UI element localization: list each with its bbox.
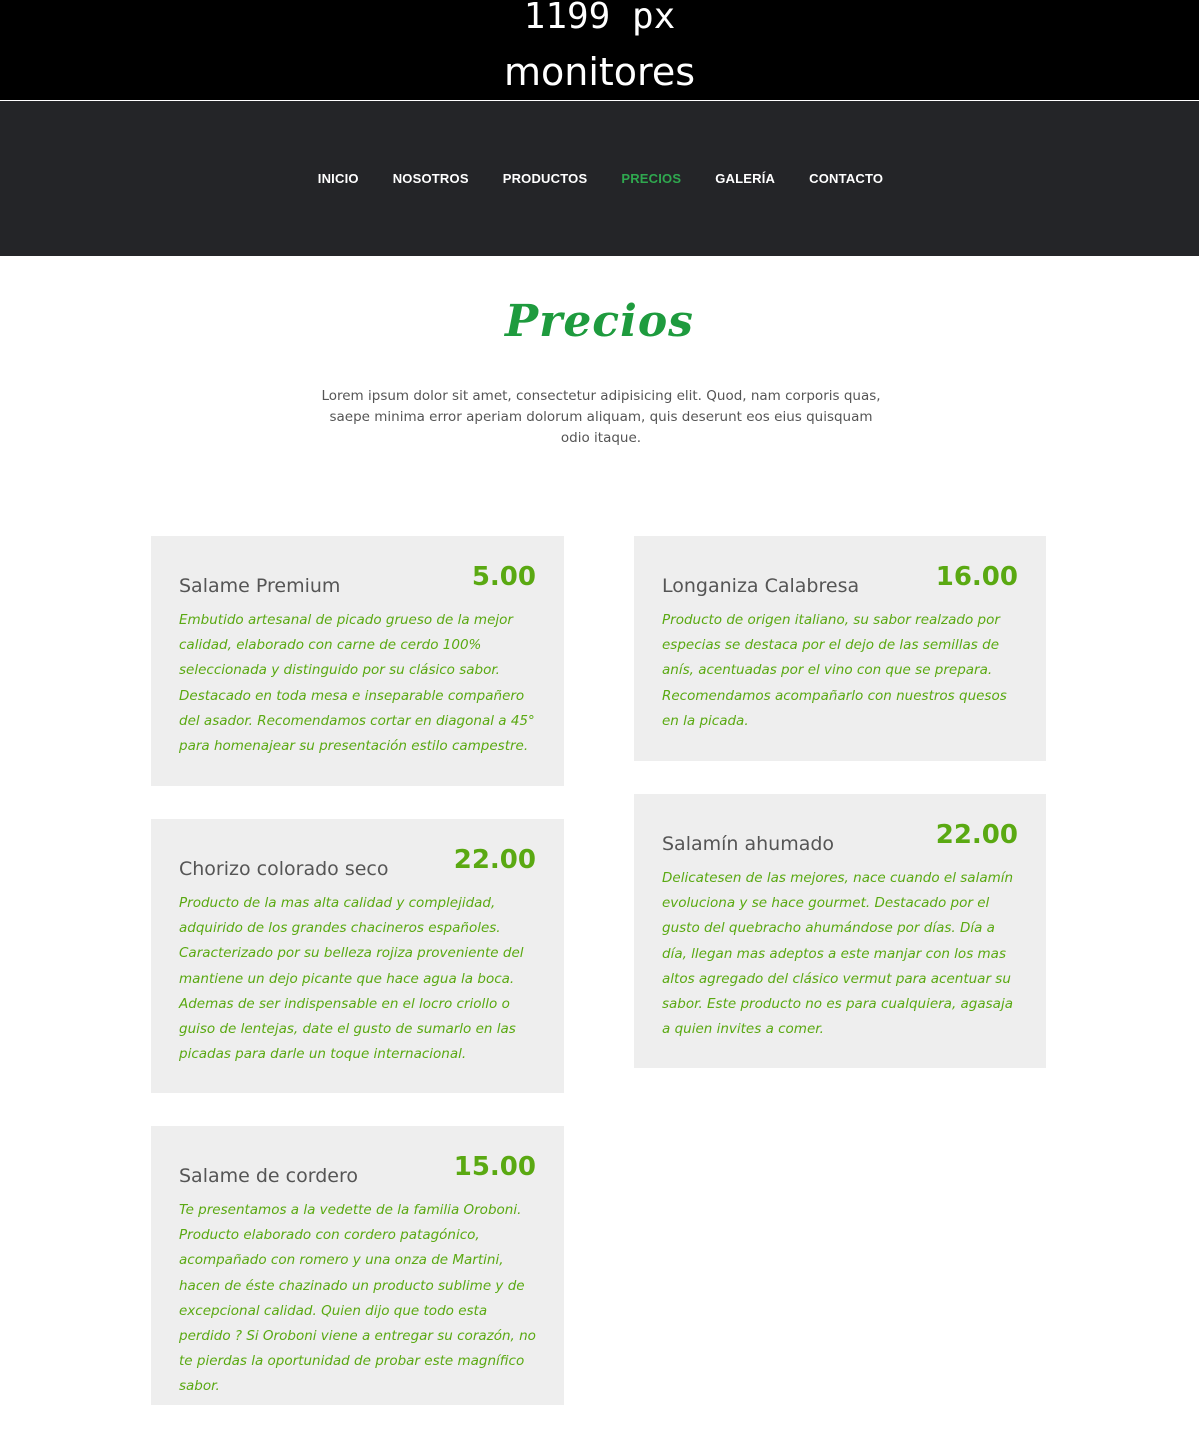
- product-price: 15.00: [453, 1152, 536, 1182]
- price-card-salamin-ahumado: Salamín ahumado 22.00 Delicatesen de las…: [634, 794, 1046, 1068]
- nav-item-inicio[interactable]: INICIO: [318, 171, 359, 186]
- nav-item-nosotros[interactable]: NOSOTROS: [393, 171, 469, 186]
- main-navbar: INICIO NOSOTROS PRODUCTOS PRECIOS GALERÍ…: [0, 101, 1199, 256]
- price-card-chorizo-colorado-seco: Chorizo colorado seco 22.00 Producto de …: [151, 819, 564, 1093]
- product-description: Embutido artesanal de picado grueso de l…: [179, 612, 535, 755]
- section-title: Precios: [505, 296, 694, 347]
- nav-item-productos[interactable]: PRODUCTOS: [503, 171, 588, 186]
- product-price: 22.00: [935, 820, 1018, 850]
- product-price: 16.00: [935, 562, 1018, 592]
- product-name: Salamín ahumado: [662, 833, 835, 855]
- product-description: Te presentamos a la vedette de la famili…: [179, 1202, 536, 1395]
- product-name: Chorizo colorado seco: [179, 858, 389, 880]
- product-description: Delicatesen de las mejores, nace cuando …: [662, 870, 1014, 1038]
- price-card-longaniza-calabresa: Longaniza Calabresa 16.00 Producto de or…: [634, 536, 1046, 761]
- product-price: 5.00: [471, 562, 536, 592]
- product-price: 22.00: [453, 845, 536, 875]
- product-description: Producto de origen italiano, su sabor re…: [662, 612, 1007, 729]
- product-description: Producto de la mas alta calidad y comple…: [179, 895, 524, 1063]
- resolution-banner: 1199 px monitores: [0, 0, 1199, 100]
- nav-item-galeria[interactable]: GALERÍA: [715, 171, 775, 186]
- price-card-salame-de-cordero: Salame de cordero 15.00 Te presentamos a…: [151, 1126, 564, 1405]
- product-name: Longaniza Calabresa: [662, 575, 860, 597]
- price-card-salame-premium: Salame Premium 5.00 Embutido artesanal d…: [151, 536, 564, 786]
- product-name: Salame de cordero: [179, 1165, 358, 1187]
- nav-item-contacto[interactable]: CONTACTO: [809, 171, 883, 186]
- product-name: Salame Premium: [179, 575, 341, 597]
- nav-menu: INICIO NOSOTROS PRODUCTOS PRECIOS GALERÍ…: [0, 101, 1199, 256]
- nav-item-precios[interactable]: PRECIOS: [621, 171, 681, 186]
- section-intro: Lorem ipsum dolor sit amet, consectetur …: [321, 388, 881, 446]
- banner-resolution-label: 1199 px: [523, 0, 676, 37]
- banner-device-label: monitores: [503, 50, 696, 94]
